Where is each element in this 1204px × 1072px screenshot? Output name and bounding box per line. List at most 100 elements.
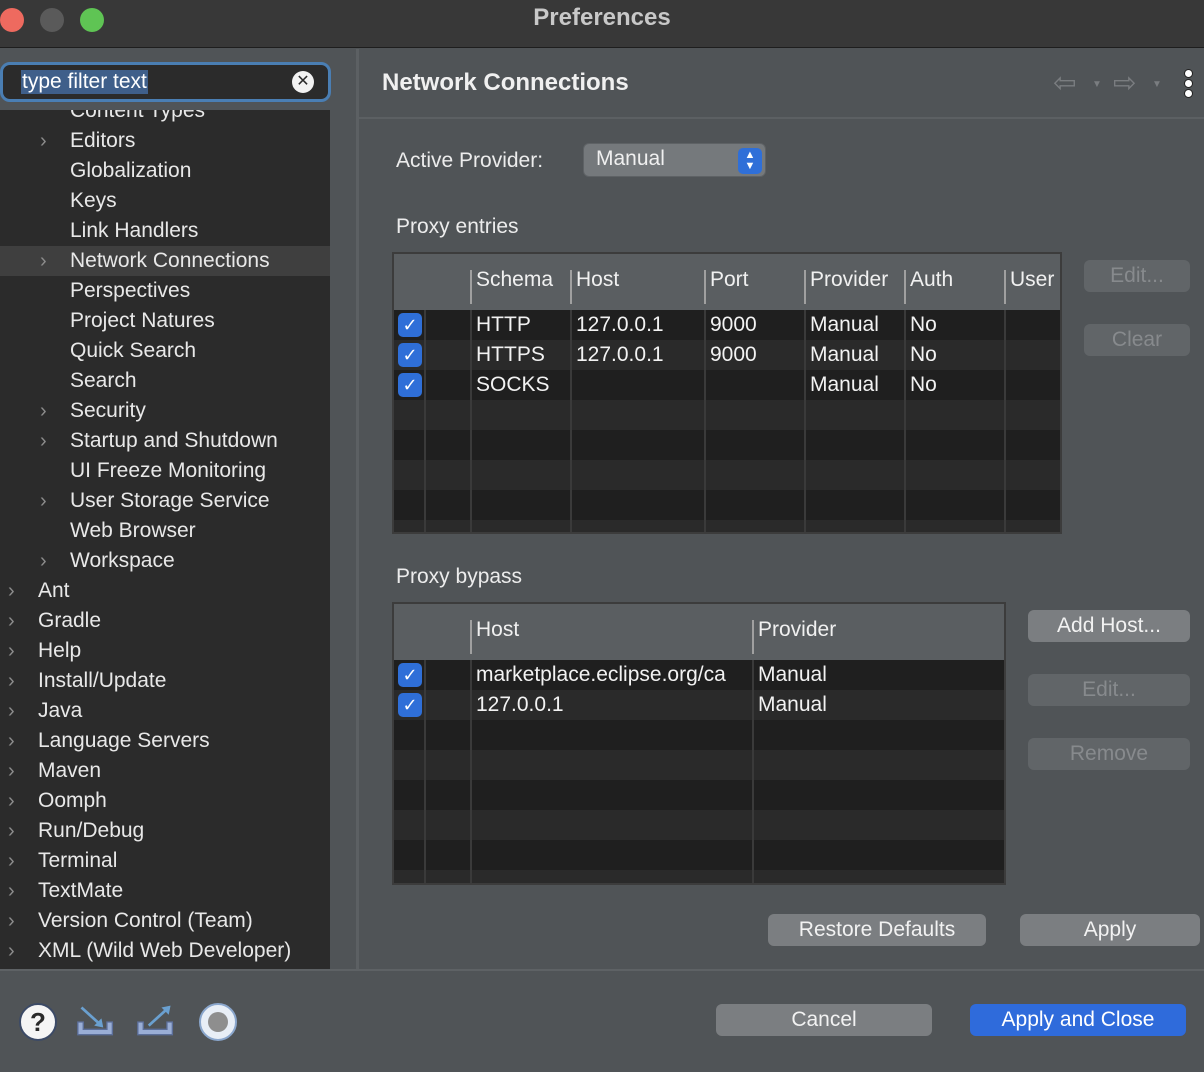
tree-item[interactable]: › Gradle bbox=[0, 606, 330, 636]
more-vertical-icon[interactable] bbox=[1184, 69, 1194, 99]
table-row[interactable] bbox=[394, 720, 1004, 750]
proxy-entries-table[interactable]: Schema Host Port Provider Auth User ✓ HTT… bbox=[392, 252, 1062, 534]
clear-icon[interactable]: ✕ bbox=[292, 71, 314, 93]
column-header-user[interactable]: User bbox=[1010, 268, 1054, 292]
chevron-right-icon[interactable]: › bbox=[8, 726, 22, 756]
tree-item[interactable]: › Help bbox=[0, 636, 330, 666]
tree-item[interactable]: Globalization bbox=[0, 156, 330, 186]
column-header-provider[interactable]: Provider bbox=[810, 268, 888, 292]
back-history-dropdown-icon[interactable]: ▼ bbox=[1092, 79, 1102, 90]
bypass-remove-button[interactable]: Remove bbox=[1028, 738, 1190, 770]
tree-item[interactable]: › User Storage Service bbox=[0, 486, 330, 516]
chevron-right-icon[interactable]: › bbox=[40, 546, 54, 576]
help-icon[interactable]: ? bbox=[18, 1002, 58, 1042]
table-row[interactable] bbox=[394, 780, 1004, 810]
chevron-right-icon[interactable]: › bbox=[40, 486, 54, 516]
tree-item[interactable]: › Maven bbox=[0, 756, 330, 786]
tree-item[interactable]: Keys bbox=[0, 186, 330, 216]
chevron-right-icon[interactable]: › bbox=[40, 396, 54, 426]
column-header-port[interactable]: Port bbox=[710, 268, 749, 292]
row-checkbox[interactable]: ✓ bbox=[398, 693, 422, 717]
chevron-right-icon[interactable]: › bbox=[8, 906, 22, 936]
preferences-tree[interactable]: Content Types › Editors Globalization Keys Li… bbox=[0, 110, 330, 969]
row-checkbox[interactable]: ✓ bbox=[398, 313, 422, 337]
active-provider-select[interactable]: Manual ▲ ▼ bbox=[583, 143, 766, 177]
column-header-provider[interactable]: Provider bbox=[758, 618, 836, 642]
chevron-right-icon[interactable]: › bbox=[8, 636, 22, 666]
chevron-right-icon[interactable]: › bbox=[8, 606, 22, 636]
tree-item[interactable]: › Security bbox=[0, 396, 330, 426]
column-header-auth[interactable]: Auth bbox=[910, 268, 953, 292]
tree-item[interactable]: › Ant bbox=[0, 576, 330, 606]
filter-input-text[interactable]: type filter text bbox=[21, 70, 148, 94]
forward-history-dropdown-icon[interactable]: ▼ bbox=[1152, 79, 1162, 90]
tree-item[interactable]: Project Natures bbox=[0, 306, 330, 336]
table-row[interactable] bbox=[394, 460, 1060, 490]
tree-item[interactable]: Quick Search bbox=[0, 336, 330, 366]
column-header-schema[interactable]: Schema bbox=[476, 268, 553, 292]
proxy-bypass-table[interactable]: Host Provider ✓ marketplace.eclipse.org/c… bbox=[392, 602, 1006, 885]
tree-item[interactable]: › Run/Debug bbox=[0, 816, 330, 846]
row-checkbox[interactable]: ✓ bbox=[398, 373, 422, 397]
table-row[interactable] bbox=[394, 810, 1004, 840]
tree-item[interactable]: UI Freeze Monitoring bbox=[0, 456, 330, 486]
table-row[interactable]: ✓ HTTPS 127.0.0.1 9000 Manual No bbox=[394, 340, 1060, 370]
tree-item[interactable]: Search bbox=[0, 366, 330, 396]
table-row[interactable] bbox=[394, 840, 1004, 870]
chevron-right-icon[interactable]: › bbox=[40, 246, 54, 276]
filter-input[interactable]: type filter text ✕ bbox=[0, 62, 331, 102]
chevron-right-icon[interactable]: › bbox=[8, 876, 22, 906]
row-checkbox[interactable]: ✓ bbox=[398, 663, 422, 687]
chevron-right-icon[interactable]: › bbox=[8, 816, 22, 846]
apply-and-close-button[interactable]: Apply and Close bbox=[970, 1004, 1186, 1036]
table-row[interactable]: ✓ SOCKS Manual No bbox=[394, 370, 1060, 400]
chevron-right-icon[interactable]: › bbox=[40, 126, 54, 156]
chevron-right-icon[interactable]: › bbox=[8, 576, 22, 606]
chevron-right-icon[interactable]: › bbox=[8, 696, 22, 726]
table-row[interactable]: ✓ marketplace.eclipse.org/ca Manual bbox=[394, 660, 1004, 690]
bypass-edit-button[interactable]: Edit... bbox=[1028, 674, 1190, 706]
apply-button[interactable]: Apply bbox=[1020, 914, 1200, 946]
tree-item[interactable]: Content Types bbox=[0, 110, 330, 126]
table-row[interactable] bbox=[394, 750, 1004, 780]
restore-defaults-button[interactable]: Restore Defaults bbox=[768, 914, 986, 946]
tree-item[interactable]: › Startup and Shutdown bbox=[0, 426, 330, 456]
export-icon[interactable] bbox=[136, 1002, 176, 1042]
tree-item[interactable]: › XML (Wild Web Developer) bbox=[0, 936, 330, 966]
table-row[interactable] bbox=[394, 400, 1060, 430]
chevron-right-icon[interactable]: › bbox=[8, 786, 22, 816]
tree-item[interactable]: › Version Control (Team) bbox=[0, 906, 330, 936]
tree-item[interactable]: › Workspace bbox=[0, 546, 330, 576]
tree-item[interactable]: › Oomph bbox=[0, 786, 330, 816]
chevron-right-icon[interactable]: › bbox=[8, 936, 22, 966]
tree-item[interactable]: › Editors bbox=[0, 126, 330, 156]
cancel-button[interactable]: Cancel bbox=[716, 1004, 932, 1036]
back-arrow-icon[interactable]: ⇦ bbox=[1053, 69, 1076, 97]
table-row[interactable]: ✓ 127.0.0.1 Manual bbox=[394, 690, 1004, 720]
forward-arrow-icon[interactable]: ⇨ bbox=[1113, 69, 1136, 97]
table-row[interactable] bbox=[394, 430, 1060, 460]
chevron-right-icon[interactable]: › bbox=[8, 666, 22, 696]
tree-item[interactable]: Perspectives bbox=[0, 276, 330, 306]
add-host-button[interactable]: Add Host... bbox=[1028, 610, 1190, 642]
row-checkbox[interactable]: ✓ bbox=[398, 343, 422, 367]
tree-item[interactable]: Link Handlers bbox=[0, 216, 330, 246]
tree-item[interactable]: › Language Servers bbox=[0, 726, 330, 756]
chevron-right-icon[interactable]: › bbox=[8, 756, 22, 786]
table-row[interactable]: ✓ HTTP 127.0.0.1 9000 Manual No bbox=[394, 310, 1060, 340]
tree-item[interactable]: Web Browser bbox=[0, 516, 330, 546]
tree-item[interactable]: › Java bbox=[0, 696, 330, 726]
record-icon[interactable] bbox=[198, 1002, 238, 1042]
column-header-host[interactable]: Host bbox=[476, 618, 519, 642]
tree-item[interactable]: › TextMate bbox=[0, 876, 330, 906]
proxy-edit-button[interactable]: Edit... bbox=[1084, 260, 1190, 292]
tree-item[interactable]: › Install/Update bbox=[0, 666, 330, 696]
table-row[interactable] bbox=[394, 870, 1004, 883]
tree-item[interactable]: › Terminal bbox=[0, 846, 330, 876]
table-row[interactable] bbox=[394, 490, 1060, 520]
table-row[interactable] bbox=[394, 520, 1060, 532]
proxy-clear-button[interactable]: Clear bbox=[1084, 324, 1190, 356]
import-icon[interactable] bbox=[76, 1002, 116, 1042]
chevron-right-icon[interactable]: › bbox=[8, 846, 22, 876]
chevron-right-icon[interactable]: › bbox=[40, 426, 54, 456]
